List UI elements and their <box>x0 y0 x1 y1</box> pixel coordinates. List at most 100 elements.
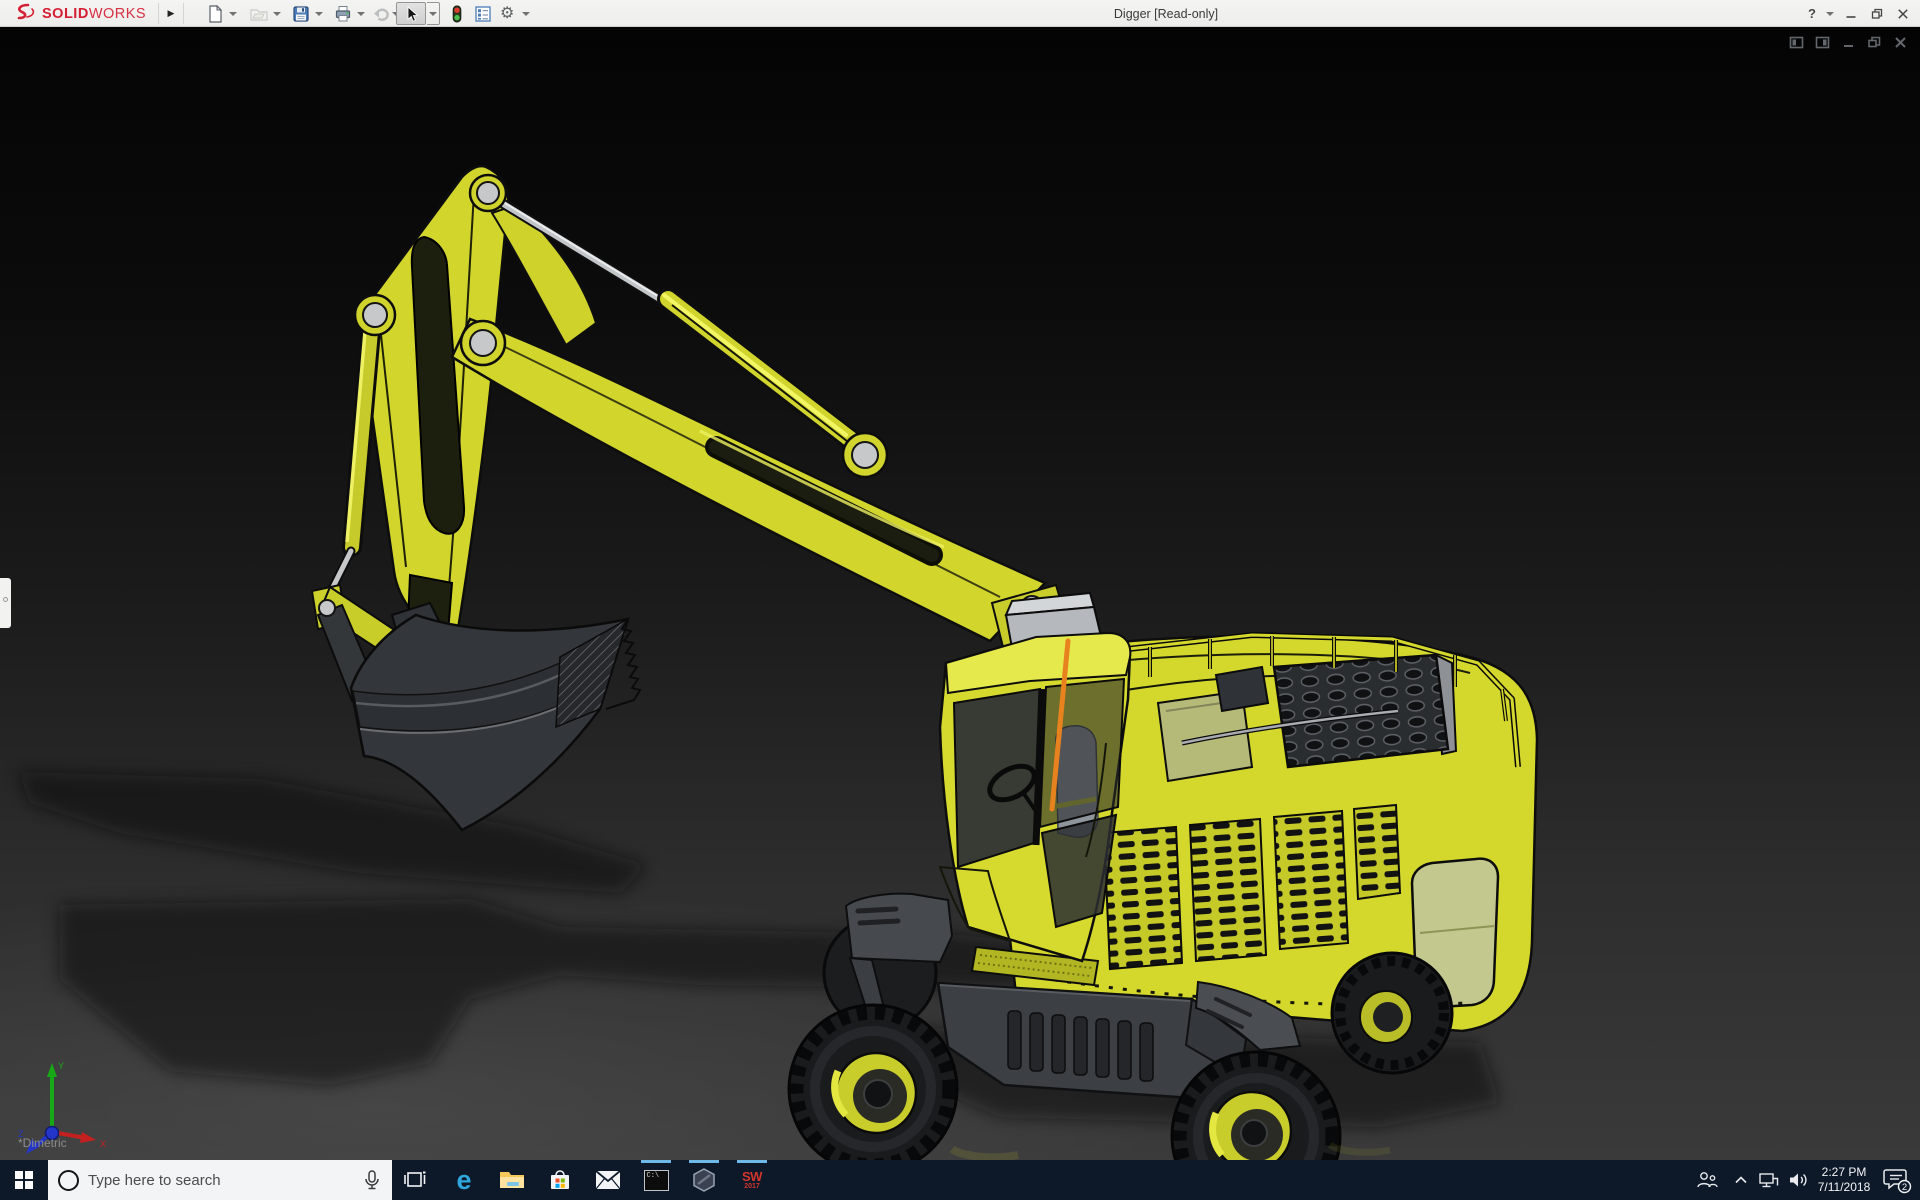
save-icon <box>293 5 309 22</box>
store-button[interactable] <box>536 1160 584 1200</box>
cortana-icon <box>58 1169 79 1191</box>
graphics-viewport[interactable]: Y X Z *Dimetric <box>0 27 1920 1160</box>
file-explorer-icon <box>500 1172 524 1188</box>
running-indicator-cmd <box>641 1160 671 1163</box>
radiator-grid <box>1272 653 1458 769</box>
start-button[interactable] <box>0 1160 48 1200</box>
people-icon <box>1697 1172 1718 1188</box>
select-cursor-icon <box>407 5 419 22</box>
pane-right-button[interactable] <box>1815 35 1830 50</box>
open-folder-icon <box>250 8 268 21</box>
excavator-model[interactable] <box>0 27 1920 1160</box>
task-view-button[interactable] <box>392 1160 440 1200</box>
tray-date: 7/11/2018 <box>1817 1180 1871 1194</box>
titlebar: SOLIDWORKS ▶ ⚙ Digger [Read-only] ? <box>0 0 1920 27</box>
close-icon <box>1898 8 1908 19</box>
featuremanager-tab[interactable] <box>0 578 11 628</box>
new-document-icon <box>209 4 223 23</box>
save-caret[interactable] <box>315 12 323 16</box>
solidworks-taskbar-button[interactable]: SW 2017 <box>728 1160 776 1200</box>
wheel-front-left <box>787 1003 959 1160</box>
restore-button[interactable] <box>1871 0 1883 27</box>
pane-left-button[interactable] <box>1789 35 1804 50</box>
featuremanager-tab-icon <box>2 597 8 602</box>
store-icon <box>551 1170 569 1189</box>
brand-bold: SOLID <box>42 5 89 22</box>
divider <box>183 3 184 24</box>
windows-taskbar: e <box>0 1160 1920 1200</box>
select-tool-caret[interactable] <box>427 2 440 25</box>
menu-expand-button[interactable]: ▶ <box>163 0 179 27</box>
edge-icon: e <box>456 1164 472 1195</box>
wheel-far-right <box>1330 951 1454 1075</box>
options-button[interactable]: ⚙ <box>500 0 514 27</box>
new-document-button[interactable] <box>206 0 224 27</box>
doc-close-button[interactable] <box>1893 35 1908 50</box>
stoplight-icon <box>452 5 462 22</box>
triad-x-label: X <box>100 1139 106 1149</box>
select-tool-button[interactable] <box>396 2 426 25</box>
speaker-icon <box>1790 1173 1807 1187</box>
network-button[interactable] <box>1754 1160 1784 1200</box>
open-caret[interactable] <box>273 12 281 16</box>
solidworks-window: SOLIDWORKS ▶ ⚙ Digger [Read-only] ? Y X … <box>0 0 1920 1200</box>
undo-icon <box>374 8 389 21</box>
divider <box>158 3 159 24</box>
print-caret[interactable] <box>357 12 365 16</box>
close-button[interactable] <box>1897 0 1909 27</box>
running-indicator-edrawings <box>689 1160 719 1163</box>
doc-minimize-button[interactable] <box>1841 35 1856 50</box>
command-prompt-icon: C:\ <box>643 1169 669 1191</box>
undo-button[interactable] <box>372 0 390 27</box>
rebuild-stoplight-button[interactable] <box>448 0 466 27</box>
volume-button[interactable] <box>1784 1160 1814 1200</box>
brand-wordmark: SOLIDWORKS <box>42 6 146 22</box>
search-input[interactable] <box>88 1171 353 1189</box>
window-title: Digger [Read-only] <box>1113 6 1219 21</box>
doc-restore-button[interactable] <box>1867 35 1882 50</box>
brand-light: WORKS <box>88 5 147 22</box>
mail-button[interactable] <box>584 1160 632 1200</box>
restore-icon <box>1871 8 1883 19</box>
help-button[interactable]: ? <box>1808 0 1816 27</box>
cab[interactable] <box>938 591 1132 963</box>
minimize-icon <box>1846 15 1856 18</box>
document-window-controls <box>1789 35 1908 50</box>
file-properties-icon <box>475 5 491 22</box>
edrawings-button[interactable] <box>680 1160 728 1200</box>
taskbar-search[interactable] <box>48 1160 392 1200</box>
people-button[interactable] <box>1690 1160 1724 1200</box>
file-properties-button[interactable] <box>474 0 492 27</box>
mail-icon <box>595 1170 621 1190</box>
tray-clock[interactable]: 2:27 PM 7/11/2018 <box>1812 1160 1876 1200</box>
print-button[interactable] <box>334 0 352 27</box>
bucket[interactable] <box>349 601 642 832</box>
solidworks-2017-icon: SW 2017 <box>742 1169 762 1190</box>
options-caret[interactable] <box>522 12 530 16</box>
fender-left <box>844 892 954 964</box>
save-button[interactable] <box>292 0 310 27</box>
tray-time: 2:27 PM <box>1821 1165 1867 1179</box>
new-document-caret[interactable] <box>229 12 237 16</box>
minimize-button[interactable] <box>1845 0 1857 27</box>
command-prompt-button[interactable]: C:\ <box>632 1160 680 1200</box>
view-orientation-label: *Dimetric <box>18 1136 67 1150</box>
tray-overflow-button[interactable] <box>1728 1160 1754 1200</box>
file-explorer-button[interactable] <box>488 1160 536 1200</box>
ds-logo-icon <box>17 3 35 19</box>
hexagon-app-icon <box>693 1168 715 1192</box>
edge-button[interactable]: e <box>440 1160 488 1200</box>
open-button[interactable] <box>250 0 268 27</box>
action-center-button[interactable]: 2 <box>1878 1160 1916 1200</box>
action-center-icon: 2 <box>1883 1169 1912 1194</box>
triad-y-label: Y <box>58 1061 64 1071</box>
running-indicator-solidworks <box>737 1160 767 1163</box>
chevron-up-icon <box>1735 1176 1747 1184</box>
print-icon <box>335 5 351 21</box>
task-view-icon <box>404 1171 426 1187</box>
microphone-icon[interactable] <box>362 1169 382 1191</box>
windows-logo-icon <box>15 1171 33 1189</box>
solidworks-logo: SOLIDWORKS <box>12 0 146 27</box>
help-caret[interactable] <box>1826 12 1834 16</box>
notification-badge: 2 <box>1902 1182 1907 1193</box>
